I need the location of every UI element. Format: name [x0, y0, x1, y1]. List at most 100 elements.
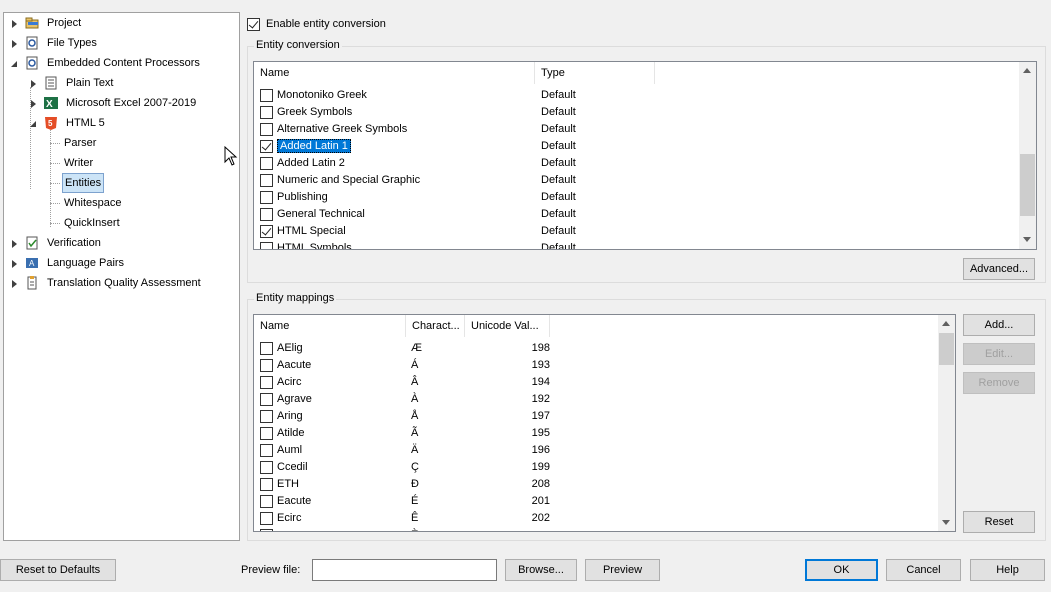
entity-conversion-row[interactable]: Publishing Default	[254, 189, 1019, 206]
row-checkbox[interactable]	[260, 225, 273, 238]
tree-item-language-pairs[interactable]: A Language Pairs	[10, 254, 126, 272]
entity-conversion-row[interactable]: Greek Symbols Default	[254, 104, 1019, 121]
entity-conversion-row[interactable]: Monotoniko Greek Default	[254, 87, 1019, 104]
help-button[interactable]: Help	[970, 559, 1045, 581]
row-checkbox[interactable]	[260, 89, 273, 102]
row-checkbox[interactable]	[260, 174, 273, 187]
tree-item-plain-text[interactable]: Plain Text	[29, 74, 116, 92]
entity-mapping-row[interactable]: AElig Æ 198	[254, 340, 939, 357]
tree-item-whitespace[interactable]: Whitespace	[62, 194, 123, 212]
entity-conversion-list[interactable]: Name Type Monotoniko Greek Default Greek S…	[253, 61, 1037, 250]
entity-mapping-row[interactable]: Acirc Â 194	[254, 374, 939, 391]
row-checkbox[interactable]	[260, 191, 273, 204]
entity-conversion-row[interactable]: General Technical Default	[254, 206, 1019, 223]
scrollbar-thumb[interactable]	[939, 333, 954, 365]
tree-item-file-types[interactable]: File Types	[10, 34, 99, 52]
entity-mapping-row[interactable]: Agrave À 192	[254, 391, 939, 408]
enable-entity-conversion-checkbox[interactable]: Enable entity conversion	[247, 16, 386, 32]
expand-icon[interactable]	[10, 259, 19, 268]
options-tree[interactable]: Project File Types Embedded Content Proc…	[3, 12, 240, 541]
scroll-up-icon[interactable]	[942, 321, 951, 327]
edit-button[interactable]: Edit...	[963, 343, 1035, 365]
entity-conversion-row[interactable]: Numeric and Special Graphic Default	[254, 172, 1019, 189]
tree-item-verification[interactable]: Verification	[10, 234, 103, 252]
scroll-down-icon[interactable]	[1023, 237, 1032, 243]
ok-button[interactable]: OK	[805, 559, 878, 581]
entity-mapping-row[interactable]: Ecirc Ê 202	[254, 510, 939, 527]
row-checkbox[interactable]	[260, 512, 273, 525]
entity-conversion-row[interactable]: Added Latin 1 Default	[254, 138, 1019, 155]
expand-icon[interactable]	[10, 279, 19, 288]
row-checkbox[interactable]	[260, 123, 273, 136]
scroll-up-icon[interactable]	[1023, 68, 1032, 74]
entity-mapping-row[interactable]: Aring Å 197	[254, 408, 939, 425]
column-header-type[interactable]: Type	[535, 62, 655, 84]
row-checkbox[interactable]	[260, 157, 273, 170]
column-header-unicode-value[interactable]: Unicode Val...	[465, 315, 550, 337]
column-header-character[interactable]: Charact...	[406, 315, 465, 337]
entity-mapping-row[interactable]: È	[254, 527, 939, 531]
row-checkbox[interactable]	[260, 410, 273, 423]
tree-item-embedded-content-processors[interactable]: Embedded Content Processors	[10, 54, 202, 72]
browse-button[interactable]: Browse...	[505, 559, 577, 581]
entity-mapping-row[interactable]: Ccedil Ç 199	[254, 459, 939, 476]
column-header-name[interactable]: Name	[254, 62, 535, 84]
reset-button[interactable]: Reset	[963, 511, 1035, 533]
collapse-icon[interactable]	[29, 119, 38, 128]
tree-item-microsoft-excel[interactable]: X Microsoft Excel 2007-2019	[29, 94, 198, 112]
column-header-name[interactable]: Name	[254, 315, 406, 337]
row-checkbox[interactable]	[260, 242, 273, 249]
row-checkbox[interactable]	[260, 208, 273, 221]
preview-file-input[interactable]	[312, 559, 497, 581]
add-button[interactable]: Add...	[963, 314, 1035, 336]
row-checkbox[interactable]	[260, 529, 273, 531]
remove-button[interactable]: Remove	[963, 372, 1035, 394]
checkbox-icon[interactable]	[247, 17, 260, 31]
entity-conversion-row[interactable]: HTML Symbols Default	[254, 240, 1019, 249]
cancel-button[interactable]: Cancel	[886, 559, 961, 581]
tree-item-writer[interactable]: Writer	[62, 154, 95, 172]
expand-icon[interactable]	[29, 99, 38, 108]
entity-mapping-row[interactable]: Atilde Ã 195	[254, 425, 939, 442]
row-checkbox[interactable]	[260, 106, 273, 119]
scroll-down-icon[interactable]	[942, 520, 951, 526]
row-checkbox[interactable]	[260, 444, 273, 457]
reset-to-defaults-button[interactable]: Reset to Defaults	[0, 559, 116, 581]
entity-mappings-list[interactable]: Name Charact... Unicode Val... AElig Æ 198…	[253, 314, 956, 532]
entity-mapping-row[interactable]: Auml Ä 196	[254, 442, 939, 459]
entity-conversion-row[interactable]: HTML Special Default	[254, 223, 1019, 240]
collapse-icon[interactable]	[10, 59, 19, 68]
tree-item-quickinsert[interactable]: QuickInsert	[62, 214, 122, 232]
row-type: Default	[541, 106, 576, 118]
entity-mapping-row[interactable]: ETH Ð 208	[254, 476, 939, 493]
row-character: Ð	[411, 478, 419, 490]
tree-item-project[interactable]: Project	[10, 14, 83, 32]
row-checkbox[interactable]	[260, 140, 273, 153]
row-checkbox[interactable]	[260, 461, 273, 474]
row-checkbox[interactable]	[260, 359, 273, 372]
tree-item-entities[interactable]: Entities	[62, 173, 105, 193]
row-checkbox[interactable]	[260, 495, 273, 508]
entity-conversion-row[interactable]: Added Latin 2 Default	[254, 155, 1019, 172]
row-checkbox[interactable]	[260, 376, 273, 389]
excel-icon: X	[44, 96, 58, 110]
row-checkbox[interactable]	[260, 393, 273, 406]
expand-icon[interactable]	[29, 79, 38, 88]
entity-mapping-row[interactable]: Eacute É 201	[254, 493, 939, 510]
expand-icon[interactable]	[10, 239, 19, 248]
scrollbar-thumb[interactable]	[1020, 154, 1035, 216]
tree-item-parser[interactable]: Parser	[62, 134, 98, 152]
preview-button[interactable]: Preview	[585, 559, 660, 581]
entity-mappings-scrollbar[interactable]	[938, 315, 955, 531]
advanced-button[interactable]: Advanced...	[963, 258, 1035, 280]
entity-conversion-scrollbar[interactable]	[1019, 62, 1036, 249]
entity-mapping-row[interactable]: Aacute Á 193	[254, 357, 939, 374]
tree-item-html5[interactable]: 5 HTML 5	[29, 114, 107, 132]
row-checkbox[interactable]	[260, 427, 273, 440]
entity-conversion-row[interactable]: Alternative Greek Symbols Default	[254, 121, 1019, 138]
row-checkbox[interactable]	[260, 342, 273, 355]
tree-item-translation-quality-assessment[interactable]: Translation Quality Assessment	[10, 274, 203, 292]
row-checkbox[interactable]	[260, 478, 273, 491]
expand-icon[interactable]	[10, 39, 19, 48]
expand-icon[interactable]	[10, 19, 19, 28]
